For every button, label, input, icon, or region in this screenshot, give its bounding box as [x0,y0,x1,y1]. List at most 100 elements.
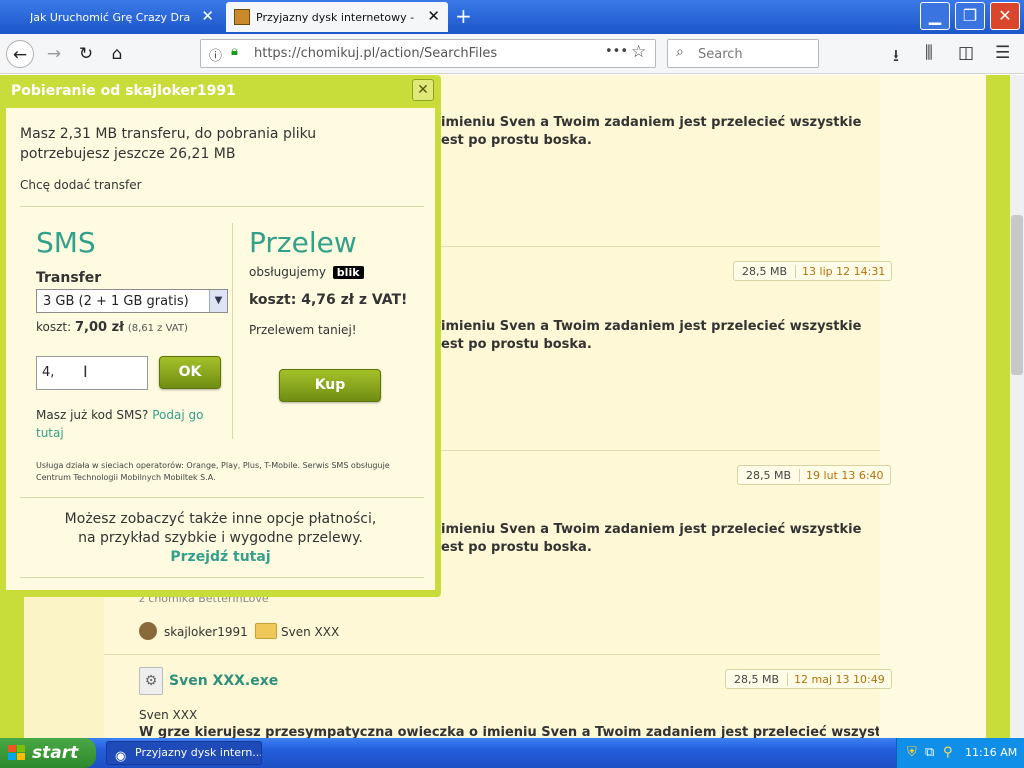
file-name-link[interactable]: Sven XXX.exe [169,673,278,689]
transfer-label: Transfer [36,270,102,286]
sidebar-icon[interactable]: ◫ [958,43,974,63]
transfer-package-select[interactable]: 3 GB (2 + 1 GB gratis) ▼ [36,289,228,313]
info-icon[interactable]: ⓘ [209,45,222,64]
divider [232,223,233,439]
cost-value: 7,00 zł [75,320,124,335]
file-meta: 28,5 MB 12 maj 13 10:49 [725,669,892,689]
home-button[interactable]: ⌂ [103,40,131,68]
blik-logo: blik [332,266,364,279]
navigation-bar: ← → ↻ ⌂ ⓘ 🔒︎ https://chomikuj.pl/action/… [0,34,1024,74]
other-options-link[interactable]: Przejdź tutaj [6,548,435,567]
modal-close-button[interactable]: ✕ [412,79,434,101]
file-size: 28,5 MB [738,468,801,482]
przelew-heading: Przelew [249,226,357,259]
sms-code-value: 4, [42,365,55,380]
file-size: 28,5 MB [726,672,789,686]
close-window-button[interactable]: ✕ [990,2,1020,30]
scrollbar-thumb[interactable] [1011,215,1023,375]
file-description: est po prostu boska. [441,540,592,555]
sms-code-question: Masz już kod SMS? Podaj go tutaj [36,406,226,442]
text-cursor-icon: I [83,362,88,381]
selected-option: 3 GB (2 + 1 GB gratis) [43,294,189,309]
library-icon[interactable]: ⫼ [925,43,933,63]
menu-icon[interactable]: ☰ [995,43,1010,63]
buy-button[interactable]: Kup [279,369,381,402]
tab-bar: Jak Uruchomić Grę Crazy Drake na ✕ Przyj… [0,0,1024,34]
divider [20,497,424,498]
taskbar-item-label: Przyjazny dysk intern... [135,746,262,759]
tab-chomikuj[interactable]: Przyjazny dysk internetowy - Chomikuj ✕ [226,2,448,32]
file-meta: 28,5 MB 19 lut 13 6:40 [737,465,891,485]
file-description: W grze kierujesz przesympatyczna owieczk… [139,725,879,738]
lock-icon: 🔒︎ [231,44,238,59]
folder-link[interactable]: Sven XXX [281,625,339,639]
file-description: imieniu Sven a Twoim zadaniem jest przel… [441,115,862,130]
download-icon[interactable]: ⭳ [893,43,899,72]
file-date: 13 lip 12 14:31 [802,264,886,278]
other-options-line2: na przykład szybkie i wygodne przelewy. [78,530,363,546]
folder-icon [255,623,277,639]
file-subtitle: Sven XXX [139,708,198,722]
sms-service-note: Usługa działa w sieciach operatorów: Ora… [36,461,390,482]
taskbar-item-firefox[interactable]: ◉ Przyjazny dysk intern... [106,741,262,765]
system-tray: ⛨ ⧉ ⚲ 11:16 AM [896,738,1024,768]
maximize-button[interactable]: ❐ [955,2,985,30]
przelew-cheaper-text: Przelewem taniej! [249,323,357,337]
firefox-icon: ◉ [115,749,127,764]
tab-title: Jak Uruchomić Grę Crazy Drake na [30,10,190,24]
close-tab-icon[interactable]: ✕ [427,7,440,25]
clock: 11:16 AM [965,746,1018,759]
chevron-down-icon: ▼ [209,290,227,312]
url-text[interactable]: https://chomikuj.pl/action/SearchFiles [254,46,497,61]
user-avatar-icon [139,622,157,640]
sms-code-question-text: Masz już kod SMS? [36,408,149,422]
file-date: 12 maj 13 10:49 [794,672,885,686]
chomikuj-favicon-icon [234,9,250,25]
page-actions-icon[interactable]: ••• [605,44,628,59]
sms-cost: koszt: 7,00 zł (8,61 z VAT) [36,320,188,335]
security-shield-icon[interactable]: ⛨ [907,745,917,760]
bookmark-star-icon[interactable]: ☆ [631,42,646,62]
new-tab-button[interactable]: + [455,4,472,28]
search-input[interactable]: ⌕ Search [667,39,819,68]
scrollbar[interactable] [1010,75,1024,738]
page-border-right [986,75,1010,738]
cost-label: koszt: [36,320,72,334]
file-description: imieniu Sven a Twoim zadaniem jest przel… [441,522,862,537]
file-meta: 28,5 MB 13 lip 12 14:31 [733,261,893,281]
reload-button[interactable]: ↻ [72,40,100,68]
minimize-button[interactable]: ▁ [920,2,950,30]
forward-button[interactable]: → [40,40,68,68]
search-icon: ⌕ [676,44,684,60]
divider [20,577,424,578]
add-transfer-heading: Chcę dodać transfer [20,178,142,192]
modal-body: Masz 2,31 MB transferu, do pobrania plik… [6,108,435,590]
other-payment-options: Możesz zobaczyć także inne opcje płatnoś… [6,510,435,567]
back-button[interactable]: ← [6,40,34,68]
sms-code-input[interactable]: 4, I [36,356,148,390]
other-options-line1: Możesz zobaczyć także inne opcje płatnoś… [64,511,377,527]
przelew-cost: koszt: 4,76 zł z VAT! [249,292,408,308]
start-button[interactable]: start [0,738,96,768]
file-description: est po prostu boska. [441,337,592,352]
ok-button[interactable]: OK [159,356,221,389]
tab-crazy-drake[interactable]: Jak Uruchomić Grę Crazy Drake na ✕ [0,2,222,32]
taskbar: start ◉ Przyjazny dysk intern... ⛨ ⧉ ⚲ 1… [0,738,1024,768]
supports-label: obsługujemy blik [249,265,364,279]
download-modal: Pobieranie od skajloker1991 ✕ Masz 2,31 … [0,75,441,597]
network-icon[interactable]: ⧉ [925,745,934,760]
supports-text: obsługujemy [249,265,326,279]
owner-link[interactable]: skajloker1991 [164,625,248,639]
url-bar[interactable]: ⓘ 🔒︎ https://chomikuj.pl/action/SearchFi… [200,39,656,68]
file-date: 19 lut 13 6:40 [806,468,884,482]
file-size: 28,5 MB [734,264,797,278]
file-description: imieniu Sven a Twoim zadaniem jest przel… [441,319,862,334]
search-tray-icon[interactable]: ⚲ [943,745,953,760]
windows-logo-icon [8,745,26,761]
cost-vat: (8,61 z VAT) [127,323,188,334]
modal-title: Pobieranie od skajloker1991 [11,83,236,99]
tab-title: Przyjazny dysk internetowy - Chomikuj [256,10,416,24]
sms-heading: SMS [36,226,96,259]
close-tab-icon[interactable]: ✕ [201,7,214,25]
transfer-info-text: Masz 2,31 MB transferu, do pobrania plik… [20,126,317,162]
